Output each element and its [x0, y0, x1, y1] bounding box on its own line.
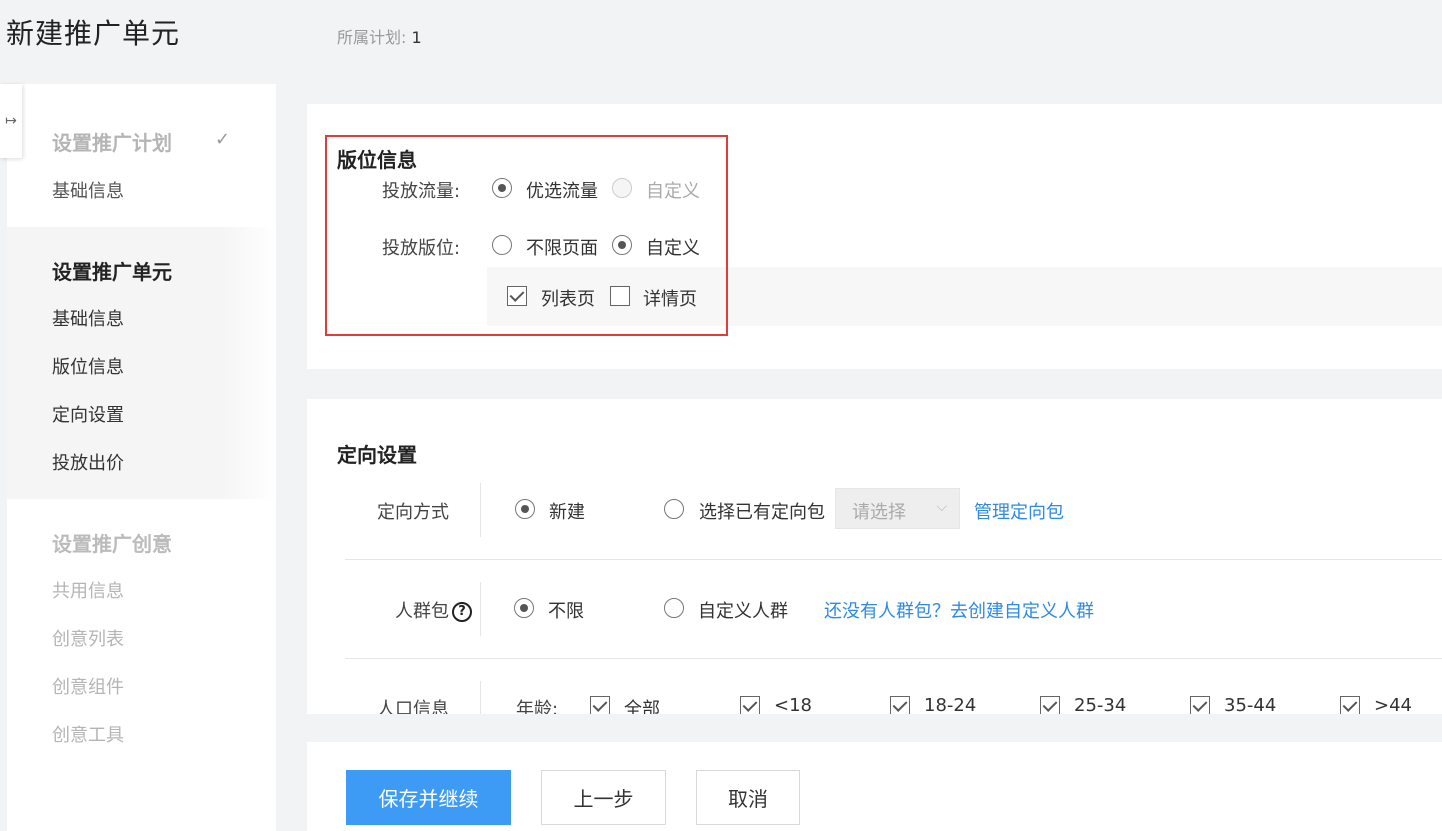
placement-card: 版位信息 投放流量: 优选流量 自定义 投放版位: 不限页面 自定义 列表页 详…	[307, 104, 1442, 369]
chevron-down-icon: ⌵	[936, 499, 947, 515]
audience-label: 人群包	[395, 601, 449, 622]
method-new-radio[interactable]	[515, 499, 535, 519]
age-25-34-label[interactable]: 25-34	[1074, 695, 1126, 714]
position-unlimited-radio[interactable]	[492, 235, 512, 255]
list-page-label[interactable]: 列表页	[541, 285, 595, 311]
nav-item-creative-list: 创意列表	[52, 629, 124, 650]
select-placeholder: 请选择	[852, 502, 906, 523]
position-custom-radio[interactable]	[612, 235, 632, 255]
age-35-44-label[interactable]: 35-44	[1224, 695, 1276, 714]
targeting-method-label: 定向方式	[377, 502, 449, 523]
nav-item-creative-shared: 共用信息	[52, 581, 124, 602]
age-over44-label[interactable]: >44	[1374, 695, 1412, 714]
age-over44-checkbox[interactable]	[1340, 696, 1360, 714]
step-complete-check-icon: ✓	[215, 129, 231, 150]
age-label: 年龄:	[516, 699, 559, 714]
targeting-section-title: 定向设置	[337, 443, 417, 467]
collapse-arrow-icon: ↦	[5, 113, 17, 129]
nav-item-unit-placement[interactable]: 版位信息	[52, 353, 124, 379]
traffic-preferred-radio[interactable]	[492, 178, 512, 198]
audience-unlimited-radio[interactable]	[514, 598, 534, 618]
audience-custom-label[interactable]: 自定义人群	[698, 597, 788, 623]
row-divider-vertical	[480, 582, 481, 636]
age-all-label[interactable]: 全部	[624, 695, 660, 714]
age-35-44-checkbox[interactable]	[1190, 696, 1210, 714]
placement-section-title: 版位信息	[337, 148, 417, 172]
traffic-custom-radio	[612, 178, 632, 198]
row-divider	[345, 658, 1442, 659]
nav-item-unit-basic[interactable]: 基础信息	[52, 305, 124, 331]
position-label: 投放版位:	[382, 238, 461, 259]
nav-item-creative-components: 创意组件	[52, 677, 124, 698]
nav-step-unit[interactable]: 设置推广单元	[52, 256, 172, 285]
traffic-custom-label: 自定义	[646, 181, 700, 202]
create-audience-link[interactable]: 还没有人群包？去创建自定义人群	[824, 597, 1094, 623]
list-page-checkbox[interactable]	[507, 286, 527, 306]
age-25-34-checkbox[interactable]	[1040, 696, 1060, 714]
cancel-button[interactable]: 取消	[696, 770, 800, 825]
nav-step-creative: 设置推广创意	[52, 532, 172, 556]
nav-item-unit-targeting[interactable]: 定向设置	[52, 401, 124, 427]
age-18-24-label[interactable]: 18-24	[924, 695, 976, 714]
traffic-label: 投放流量:	[382, 181, 461, 202]
nav-item-plan-basic[interactable]: 基础信息	[52, 177, 124, 203]
targeting-package-select[interactable]: 请选择 ⌵	[835, 488, 960, 529]
plan-meta: 所属计划: 1	[337, 24, 422, 48]
method-new-label[interactable]: 新建	[549, 498, 585, 524]
position-custom-label[interactable]: 自定义	[646, 234, 700, 260]
plan-label: 所属计划:	[337, 28, 407, 47]
age-under18-checkbox[interactable]	[740, 696, 760, 714]
detail-page-checkbox[interactable]	[610, 286, 630, 306]
nav-section-creative: 设置推广创意 共用信息 创意列表 创意组件 创意工具	[7, 499, 276, 759]
plan-value: 1	[411, 28, 422, 47]
nav-section-unit: 设置推广单元 基础信息 版位信息 定向设置 投放出价	[7, 227, 276, 499]
nav-section-plan: 设置推广计划 ✓ 基础信息	[7, 84, 276, 224]
footer-actions: 保存并继续 上一步 取消	[307, 742, 1442, 831]
targeting-card: 定向设置 定向方式 新建 选择已有定向包 请选择 ⌵ 管理定向包 人群包? 不限…	[307, 399, 1442, 714]
sidebar-collapse-icon[interactable]: ↦	[0, 84, 22, 158]
audience-label-group: 人群包?	[395, 597, 472, 623]
traffic-preferred-label[interactable]: 优选流量	[526, 177, 598, 203]
row-divider-vertical	[480, 681, 481, 714]
row-divider	[345, 559, 1442, 560]
detail-page-label[interactable]: 详情页	[643, 285, 697, 311]
help-icon[interactable]: ?	[452, 602, 472, 622]
page-title: 新建推广单元	[6, 17, 181, 50]
audience-unlimited-label[interactable]: 不限	[548, 597, 584, 623]
demographics-label: 人口信息	[377, 699, 449, 714]
nav-step-plan[interactable]: 设置推广计划	[52, 127, 172, 156]
age-under18-label[interactable]: <18	[774, 695, 812, 714]
age-all-checkbox[interactable]	[590, 696, 610, 714]
sidebar: 设置推广计划 ✓ 基础信息 设置推广单元 基础信息 版位信息 定向设置 投放出价…	[7, 84, 276, 831]
age-18-24-checkbox[interactable]	[890, 696, 910, 714]
prev-step-button[interactable]: 上一步	[541, 770, 666, 825]
page-type-panel	[487, 267, 1442, 326]
method-existing-radio[interactable]	[664, 499, 684, 519]
manage-package-link[interactable]: 管理定向包	[974, 498, 1064, 524]
save-continue-button[interactable]: 保存并继续	[346, 770, 511, 825]
method-existing-label[interactable]: 选择已有定向包	[699, 498, 825, 524]
position-unlimited-label[interactable]: 不限页面	[526, 234, 598, 260]
row-divider-vertical	[480, 483, 481, 537]
nav-item-unit-bid[interactable]: 投放出价	[52, 449, 124, 475]
nav-item-creative-tools: 创意工具	[52, 725, 124, 746]
audience-custom-radio[interactable]	[664, 598, 684, 618]
